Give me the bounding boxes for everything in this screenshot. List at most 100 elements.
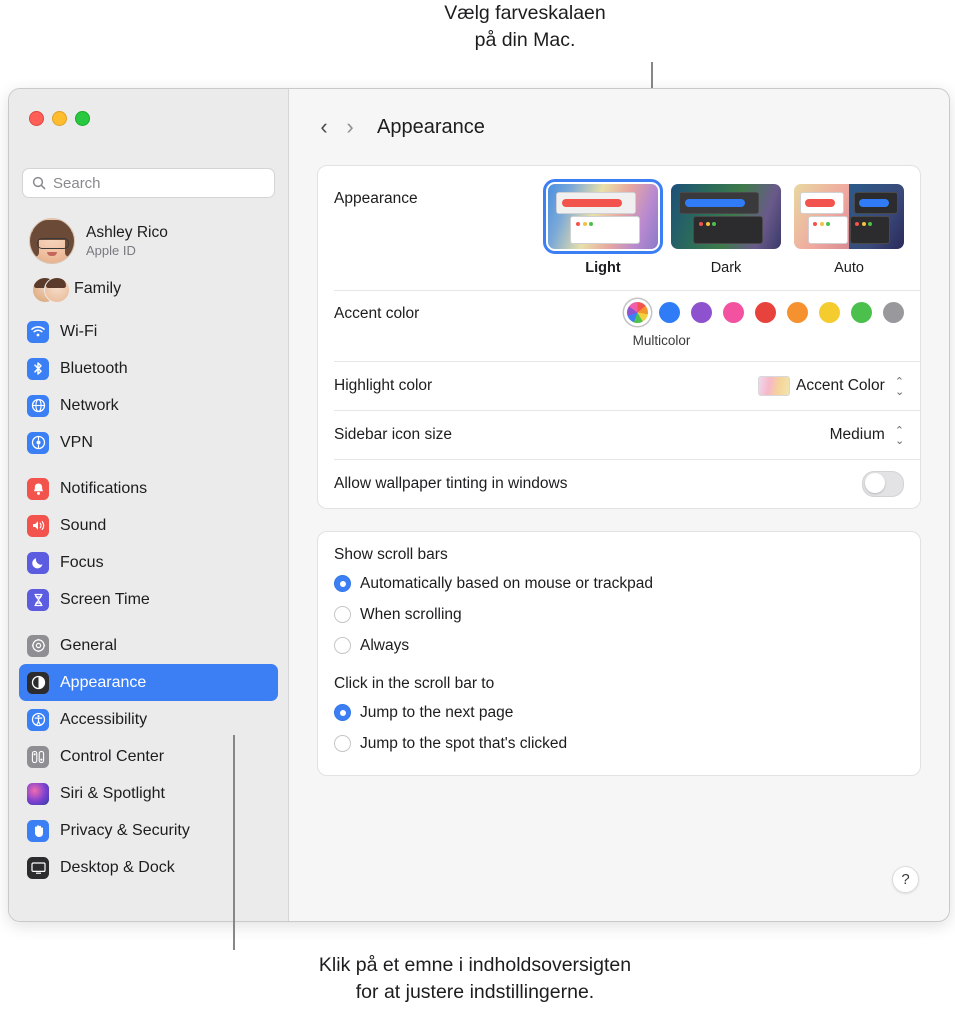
- sidebar-item-label: Sound: [60, 516, 107, 534]
- highlight-color-popup[interactable]: Accent Color ⌃ ⌃: [758, 375, 904, 396]
- scroll-bars-option-automatic[interactable]: Automatically based on mouse or trackpad: [318, 568, 920, 599]
- accent-swatch-blue[interactable]: [659, 302, 680, 323]
- radio-button[interactable]: [334, 704, 351, 721]
- search-input[interactable]: Search: [22, 168, 275, 198]
- sidebar-item-desktop-and-dock[interactable]: Desktop & Dock: [19, 849, 278, 886]
- sidebar-icon-size-popup[interactable]: Medium ⌃ ⌃: [830, 424, 904, 445]
- window-controls[interactable]: [29, 111, 90, 126]
- system-settings-window: Search Ashley Rico Apple ID Family Wi-Fi…: [8, 88, 950, 922]
- sidebar-item-appearance[interactable]: Appearance: [19, 664, 278, 701]
- sidebar-item-screen-time[interactable]: Screen Time: [19, 581, 278, 618]
- sidebar-item-label: Focus: [60, 553, 104, 571]
- sidebar-item-privacy-and-security[interactable]: Privacy & Security: [19, 812, 278, 849]
- sidebar-item-sound[interactable]: Sound: [19, 507, 278, 544]
- siri-icon: [27, 782, 49, 805]
- sidebar-item-general[interactable]: General: [19, 627, 278, 664]
- sidebar-item-label: General: [60, 636, 117, 654]
- chevron-updown-icon: ⌃ ⌃: [894, 424, 904, 445]
- accent-swatch-multicolor[interactable]: [627, 302, 648, 323]
- sidebar-item-control-center[interactable]: Control Center: [19, 738, 278, 775]
- dark-thumbnail[interactable]: [671, 184, 781, 249]
- sidebar-item-label: Siri & Spotlight: [60, 784, 165, 802]
- sidebar-nav: Wi-Fi Bluetooth Network VPN Notification…: [9, 313, 288, 895]
- appearance-option-auto[interactable]: Auto: [794, 184, 904, 276]
- account-subtitle: Apple ID: [86, 243, 136, 258]
- sidebar-item-label: Accessibility: [60, 710, 148, 728]
- radio-button[interactable]: [334, 606, 351, 623]
- appearance-icon: [27, 671, 49, 694]
- scroll-bars-option-when-scrolling[interactable]: When scrolling: [318, 599, 920, 630]
- scroll-bars-panel: Show scroll bars Automatically based on …: [317, 531, 921, 776]
- desktop-icon: [27, 856, 49, 879]
- sidebar-icon-size-label: Sidebar icon size: [334, 425, 453, 443]
- bell-icon: [27, 477, 49, 500]
- accent-swatch-red[interactable]: [755, 302, 776, 323]
- sidebar-item-bluetooth[interactable]: Bluetooth: [19, 350, 278, 387]
- accent-swatch-purple[interactable]: [691, 302, 712, 323]
- settings-content: ‹ › Appearance Appearance Light Dark Aut…: [289, 89, 949, 921]
- click-scroll-option-spot-clicked[interactable]: Jump to the spot that's clicked: [318, 728, 920, 759]
- search-placeholder: Search: [53, 174, 101, 192]
- appearance-label: Appearance: [334, 190, 418, 207]
- accent-swatch-green[interactable]: [851, 302, 872, 323]
- sidebar-item-family[interactable]: Family: [23, 271, 278, 307]
- highlight-color-swatch: [758, 375, 791, 396]
- help-button[interactable]: ?: [892, 866, 919, 893]
- bluetooth-icon: [27, 357, 49, 380]
- sidebar-item-label: Privacy & Security: [60, 821, 190, 839]
- sidebar-item-wi-fi[interactable]: Wi-Fi: [19, 313, 278, 350]
- forward-button[interactable]: ›: [337, 116, 363, 138]
- sidebar-item-notifications[interactable]: Notifications: [19, 470, 278, 507]
- accent-swatch-yellow[interactable]: [819, 302, 840, 323]
- radio-button[interactable]: [334, 637, 351, 654]
- sidebar-item-label: Network: [60, 396, 119, 414]
- sidebar-item-siri-and-spotlight[interactable]: Siri & Spotlight: [19, 775, 278, 812]
- accent-swatch-orange[interactable]: [787, 302, 808, 323]
- sidebar-item-accessibility[interactable]: Accessibility: [19, 701, 278, 738]
- sidebar-group-notifications: Notifications Sound Focus Screen Time: [9, 470, 288, 618]
- sidebar-item-vpn[interactable]: VPN: [19, 424, 278, 461]
- sidebar-item-label: Desktop & Dock: [60, 858, 175, 876]
- sidebar-item-label: VPN: [60, 433, 93, 451]
- wallpaper-tinting-toggle[interactable]: [862, 470, 904, 497]
- appearance-panel: Appearance Light Dark Auto Accent color …: [317, 165, 921, 509]
- close-button[interactable]: [29, 111, 44, 126]
- wallpaper-tinting-row: Allow wallpaper tinting in windows: [318, 459, 920, 508]
- apple-id-account-row[interactable]: Ashley Rico Apple ID: [23, 214, 278, 268]
- appearance-option-dark[interactable]: Dark: [671, 184, 781, 276]
- back-button[interactable]: ‹: [311, 116, 337, 138]
- radio-label: Jump to the spot that's clicked: [360, 734, 568, 752]
- sidebar-item-label: Control Center: [60, 747, 165, 765]
- sidebar-item-focus[interactable]: Focus: [19, 544, 278, 581]
- accent-color-swatches: [627, 302, 904, 323]
- chevron-updown-icon: ⌃ ⌃: [894, 375, 904, 396]
- radio-label: Jump to the next page: [360, 703, 514, 721]
- click-scroll-bar-title: Click in the scroll bar to: [334, 675, 495, 692]
- search-icon: [32, 176, 46, 190]
- accent-color-caption: Multicolor: [632, 333, 691, 348]
- appearance-option-light[interactable]: Light: [543, 179, 663, 276]
- accent-swatch-pink[interactable]: [723, 302, 744, 323]
- radio-button[interactable]: [334, 735, 351, 752]
- appearance-option-label: Light: [585, 260, 621, 276]
- globe-icon: [27, 394, 49, 417]
- callout-bottom-leader-line: [233, 735, 235, 950]
- auto-thumbnail[interactable]: [794, 184, 904, 249]
- callout-bottom-text: Klik på et emne i indholdsoversigten for…: [318, 954, 632, 1003]
- click-scroll-option-next-page[interactable]: Jump to the next page: [318, 697, 920, 728]
- sidebar-item-label: Notifications: [60, 479, 148, 497]
- accent-color-row: Accent color Multicolor: [318, 290, 920, 361]
- minimize-button[interactable]: [52, 111, 67, 126]
- moon-icon: [27, 551, 49, 574]
- wallpaper-tinting-label: Allow wallpaper tinting in windows: [334, 474, 568, 492]
- accent-swatch-graphite[interactable]: [883, 302, 904, 323]
- hand-icon: [27, 819, 49, 842]
- accent-color-label: Accent color: [334, 305, 420, 322]
- zoom-button[interactable]: [75, 111, 90, 126]
- highlight-color-row: Highlight color Accent Color ⌃ ⌃: [318, 361, 920, 410]
- scroll-bars-option-always[interactable]: Always: [318, 630, 920, 661]
- sidebar-group-general: General Appearance Accessibility Control…: [9, 627, 288, 886]
- radio-button[interactable]: [334, 575, 351, 592]
- sidebar-item-network[interactable]: Network: [19, 387, 278, 424]
- light-thumbnail[interactable]: [543, 179, 663, 254]
